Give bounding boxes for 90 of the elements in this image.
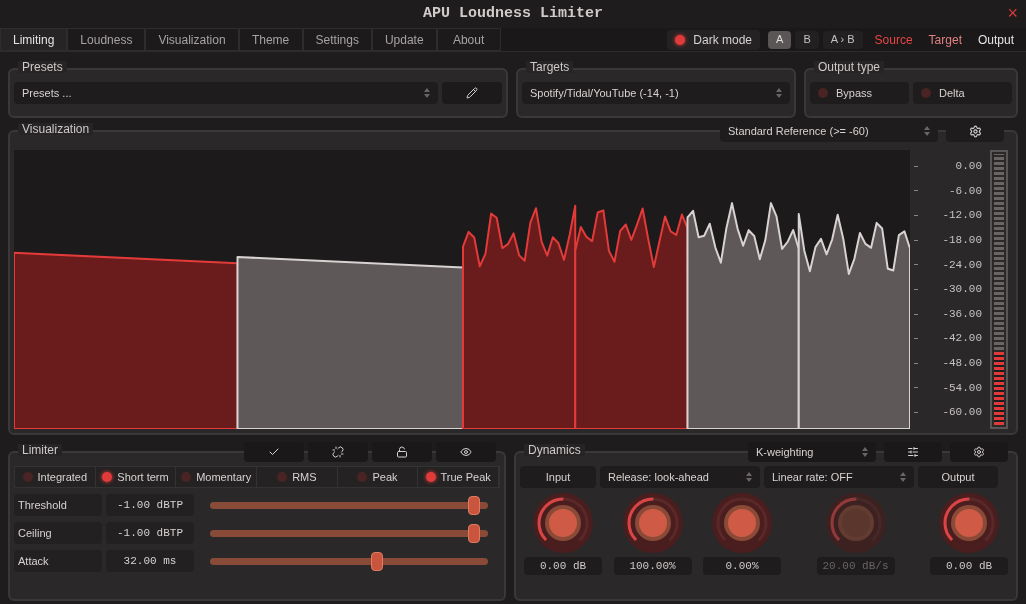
knob-value: 100.00%: [613, 557, 692, 575]
tab[interactable]: Loudness: [67, 28, 146, 51]
output-type-option[interactable]: Bypass: [810, 82, 909, 104]
view-link[interactable]: Source: [870, 30, 917, 49]
toolbar-button[interactable]: [436, 442, 496, 462]
view-link[interactable]: Output: [973, 30, 1018, 49]
pencil-icon: [466, 87, 478, 99]
updown-arrows-icon: [424, 88, 430, 98]
dynamics-label: Output: [918, 466, 998, 488]
mode-option[interactable]: Peak: [337, 467, 419, 487]
scale-label: -24.00: [942, 257, 982, 273]
panel-title: Dynamics: [524, 444, 585, 456]
rotary-knob[interactable]: [621, 492, 684, 554]
scale-label: -36.00: [942, 306, 982, 322]
view-link[interactable]: Target: [924, 30, 966, 49]
targets-dropdown[interactable]: Spotify/Tidal/YouTube (-14, -1): [522, 82, 790, 104]
updown-arrows-icon: [862, 447, 868, 457]
param-value: 32.00 ms: [106, 550, 194, 572]
mode-option[interactable]: Integrated: [15, 467, 96, 487]
dynamics-dropdown[interactable]: Release: look-ahead: [600, 466, 760, 488]
scale-label: -6.00: [949, 183, 982, 199]
mode-option[interactable]: RMS: [257, 467, 338, 487]
param-label: Threshold: [14, 494, 102, 516]
weighting-dropdown[interactable]: K-weighting: [748, 442, 876, 462]
close-button[interactable]: ×: [1007, 4, 1018, 22]
settings-icon: [968, 124, 982, 138]
param-value: -1.00 dBTP: [106, 494, 194, 516]
panel-title: Output type: [814, 61, 885, 73]
tab[interactable]: Theme: [238, 28, 303, 51]
rotary-knob[interactable]: [711, 492, 773, 554]
sliders-button[interactable]: [884, 442, 942, 462]
toolbar-button[interactable]: [308, 442, 368, 462]
scale-label: -42.00: [942, 331, 982, 347]
knob-value: 0.00 dB: [930, 557, 1008, 575]
rotary-knob[interactable]: [938, 492, 1000, 554]
dynamics-label: Input: [520, 466, 596, 488]
tab[interactable]: Update: [371, 28, 437, 51]
updown-arrows-icon: [776, 88, 782, 98]
scale-label: -18.00: [942, 232, 982, 248]
rotary-knob[interactable]: [532, 492, 594, 554]
param-value: -1.00 dBTP: [106, 522, 194, 544]
slider-thumb[interactable]: [468, 495, 481, 515]
eye-icon: [460, 446, 472, 458]
tab[interactable]: Settings: [302, 28, 372, 51]
unlink-icon: [332, 446, 344, 458]
param-label: Attack: [14, 550, 102, 572]
panel-title: Visualization: [18, 123, 94, 135]
mode-option[interactable]: True Peak: [418, 467, 500, 487]
ab-compare-button[interactable]: A › B: [822, 30, 863, 49]
lock-icon: [396, 446, 408, 458]
scale-label: -60.00: [942, 405, 982, 421]
dynamics-dropdown[interactable]: Linear rate: OFF: [764, 466, 914, 488]
param-label: Ceiling: [14, 522, 102, 544]
ab-compare-button[interactable]: B: [795, 30, 819, 49]
output-type-option[interactable]: Delta: [913, 82, 1012, 104]
knob-value: 0.00%: [703, 557, 781, 575]
updown-arrows-icon: [900, 472, 906, 482]
tab[interactable]: Visualization: [145, 28, 239, 51]
tab[interactable]: Limiting: [0, 28, 68, 51]
settings-icon: [973, 446, 985, 458]
rotary-knob[interactable]: [824, 492, 887, 554]
scale-label: 0.00: [955, 159, 982, 175]
presets-dropdown[interactable]: Presets ...: [14, 82, 438, 104]
dark-mode-toggle[interactable]: Dark mode: [667, 29, 761, 50]
panel-title: Limiter: [18, 444, 62, 456]
checkbox-icon: [268, 446, 280, 458]
updown-arrows-icon: [924, 126, 930, 136]
mode-option[interactable]: Momentary: [176, 467, 257, 487]
scale-label: -48.00: [942, 356, 982, 372]
slider-thumb[interactable]: [370, 551, 383, 571]
slider[interactable]: [210, 495, 488, 515]
panel-title: Presets: [18, 61, 67, 73]
scale-label: -30.00: [942, 282, 982, 298]
edit-button[interactable]: [442, 82, 502, 104]
panel-title: Targets: [526, 61, 574, 73]
updown-arrows-icon: [746, 472, 752, 482]
toolbar-button[interactable]: [372, 442, 432, 462]
slider-thumb[interactable]: [468, 523, 481, 543]
knob-value: 20.00 dB/s: [816, 557, 895, 575]
slider[interactable]: [210, 551, 488, 571]
mode-option[interactable]: Short term: [95, 467, 177, 487]
tab[interactable]: About: [436, 28, 501, 51]
ab-compare-button[interactable]: A: [768, 30, 792, 49]
settings-button[interactable]: [950, 442, 1008, 462]
sliders-icon: [907, 446, 919, 458]
knob-value: 0.00 dB: [524, 557, 602, 575]
slider[interactable]: [210, 523, 488, 543]
scale-label: -12.00: [942, 208, 982, 224]
scale-label: -54.00: [942, 380, 982, 396]
window-title: APU Loudness Limiter: [423, 3, 603, 24]
